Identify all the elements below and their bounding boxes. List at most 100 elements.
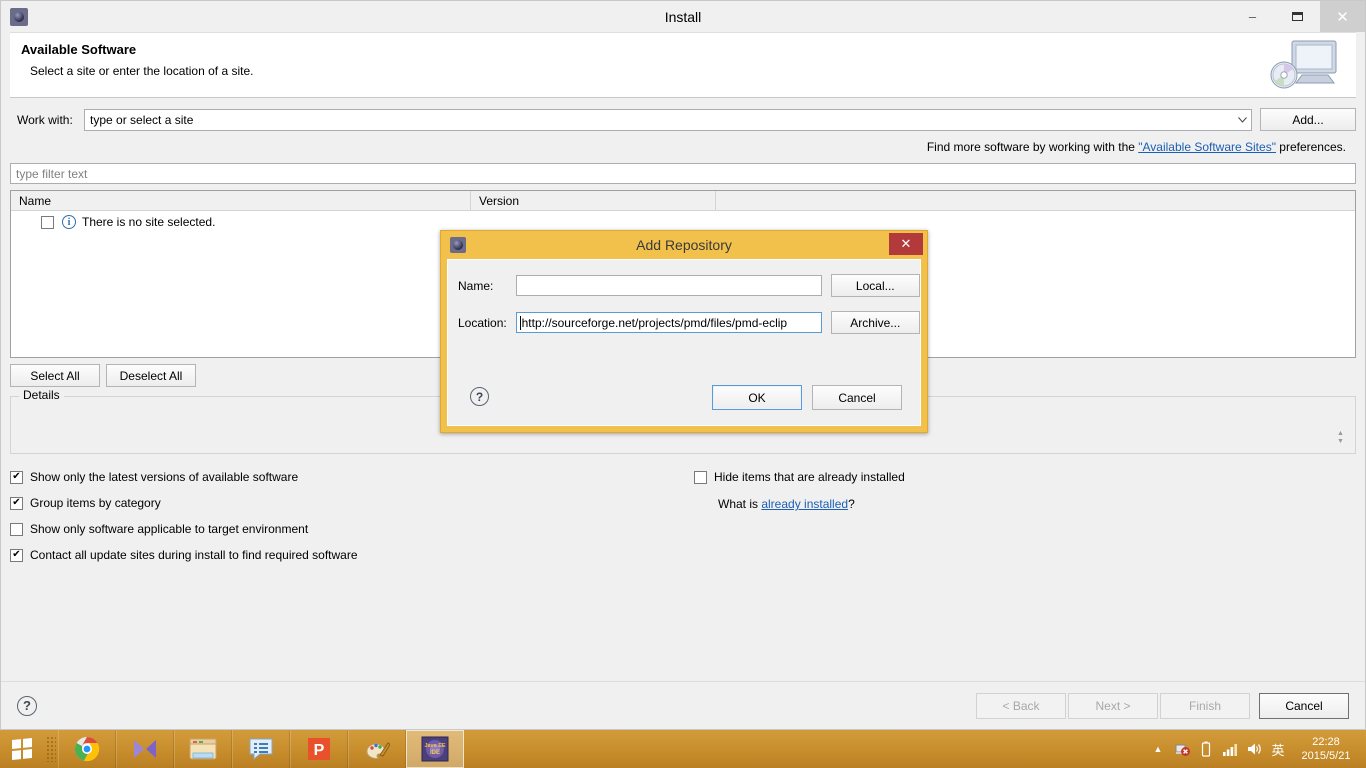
next-button[interactable]: Next > (1068, 692, 1158, 719)
select-all-button[interactable]: Select All (10, 364, 100, 387)
clock-date: 2015/5/21 (1301, 750, 1351, 762)
media-player-icon (134, 740, 156, 758)
computer-cd-icon (1264, 37, 1344, 93)
cancel-button[interactable]: Cancel (1259, 692, 1349, 719)
chrome-icon (74, 737, 100, 762)
minimize-button[interactable]: – (1230, 1, 1275, 32)
row-checkbox[interactable] (41, 215, 54, 229)
already-installed-link[interactable]: already installed (761, 497, 848, 511)
option-label: Contact all update sites during install … (30, 548, 358, 562)
taskbar-item-powerpoint[interactable]: P (290, 730, 348, 768)
taskbar-item-chrome[interactable] (58, 730, 116, 768)
option-label: Hide items that are already installed (714, 470, 905, 484)
location-value: http://sourceforge.net/projects/pmd/file… (521, 315, 788, 330)
dialog-help-icon[interactable]: ? (470, 387, 489, 406)
archive-button[interactable]: Archive... (830, 311, 920, 334)
ime-language-icon[interactable]: 英 (1270, 741, 1286, 758)
name-field-row: Name: Local... (458, 274, 920, 297)
option-contact-all-update-sites[interactable]: Contact all update sites during install … (10, 542, 1356, 568)
option-applicable-to-target[interactable]: Show only software applicable to target … (10, 516, 1356, 542)
ok-button[interactable]: OK (712, 385, 802, 410)
name-input[interactable] (515, 275, 822, 296)
notes-icon (249, 738, 273, 761)
work-with-combo[interactable]: type or select a site (84, 108, 1252, 131)
row-name: There is no site selected. (82, 215, 216, 229)
location-field-row: Location: http://sourceforge.net/project… (458, 311, 920, 334)
taskbar-grip[interactable] (46, 736, 56, 762)
volume-icon[interactable] (1246, 741, 1262, 757)
taskbar: P Java EE IDE ▲ 英 22:28 2015/5/21 (0, 730, 1366, 768)
taskbar-clock[interactable]: 22:28 2015/5/21 (1294, 735, 1358, 763)
what-is-prefix: What is (718, 497, 762, 511)
column-header-name[interactable]: Name (11, 191, 471, 210)
eclipse-java-ee-ide-icon: Java EE IDE (421, 736, 449, 762)
option-group-by-category[interactable]: Group items by category (10, 490, 1356, 516)
column-header-version[interactable]: Version (471, 191, 716, 210)
filter-text-input[interactable]: type filter text (10, 163, 1356, 184)
spinner-down-icon[interactable]: ▼ (1337, 438, 1344, 446)
page-title: Available Software (21, 42, 137, 57)
option-checkbox[interactable] (10, 522, 23, 536)
svg-text:P: P (314, 742, 325, 759)
add-button[interactable]: Add... (1260, 108, 1356, 131)
what-is-suffix: ? (848, 497, 855, 511)
work-with-label: Work with: (17, 112, 73, 127)
work-with-row: Work with: type or select a site Add... (10, 108, 1356, 131)
text-caret (519, 315, 521, 330)
wizard-button-bar: ? < Back Next > Finish Cancel (1, 681, 1365, 729)
find-more-software-text: Find more software by working with the "… (10, 140, 1356, 154)
spinner-up-icon[interactable]: ▲ (1337, 430, 1344, 438)
option-checkbox[interactable] (10, 470, 23, 484)
finish-button[interactable]: Finish (1160, 692, 1250, 719)
network-error-icon[interactable] (1174, 741, 1190, 757)
options-right-column: Hide items that are already installed Wh… (694, 464, 905, 511)
work-with-value: type or select a site (90, 112, 194, 127)
show-hidden-icons-button[interactable]: ▲ (1150, 741, 1166, 757)
wizard-nav-buttons: < Back Next > Finish Cancel (976, 692, 1349, 719)
location-input[interactable]: http://sourceforge.net/projects/pmd/file… (515, 312, 822, 333)
column-header-filler (716, 191, 1355, 210)
windows-start-icon[interactable] (0, 730, 44, 768)
option-label: Show only software applicable to target … (30, 522, 309, 536)
taskbar-item-media-player[interactable] (116, 730, 174, 768)
find-more-suffix: preferences. (1275, 140, 1346, 154)
add-repository-dialog: Add Repository ✕ Name: Local... Location… (440, 230, 928, 433)
window-controls: – ✕ (1230, 1, 1365, 32)
deselect-all-button[interactable]: Deselect All (106, 364, 196, 387)
help-icon[interactable]: ? (17, 695, 37, 716)
maximize-button[interactable] (1275, 1, 1320, 32)
option-hide-already-installed[interactable]: Hide items that are already installed (694, 464, 905, 490)
option-show-latest-versions[interactable]: Show only the latest versions of availab… (10, 464, 1356, 490)
clock-time: 22:28 (1312, 736, 1340, 748)
available-software-sites-link[interactable]: "Available Software Sites" (1138, 140, 1276, 154)
option-label: Group items by category (30, 496, 161, 510)
taskbar-item-eclipse[interactable]: Java EE IDE (406, 730, 464, 768)
taskbar-item-paint[interactable] (348, 730, 406, 768)
signal-icon[interactable] (1222, 741, 1238, 757)
local-button[interactable]: Local... (830, 274, 920, 297)
location-label: Location: (458, 315, 507, 330)
svg-text:Java EE: Java EE (424, 743, 445, 749)
powerpoint-icon: P (308, 738, 330, 760)
dialog-titlebar: Add Repository ✕ (441, 231, 927, 259)
file-explorer-icon (189, 738, 217, 760)
chevron-down-icon[interactable] (1234, 110, 1251, 130)
taskbar-item-notes[interactable] (232, 730, 290, 768)
back-button[interactable]: < Back (976, 692, 1066, 719)
option-checkbox[interactable] (694, 470, 707, 484)
dialog-action-buttons: OK Cancel (712, 385, 902, 410)
option-checkbox[interactable] (10, 496, 23, 510)
close-button[interactable]: ✕ (1320, 1, 1365, 32)
info-icon: i (62, 215, 76, 229)
option-checkbox[interactable] (10, 548, 23, 562)
dialog-cancel-button[interactable]: Cancel (812, 385, 902, 410)
windows-logo (12, 737, 32, 761)
dialog-footer: ? OK Cancel (448, 385, 920, 415)
window-title: Install (664, 8, 702, 25)
dialog-close-button[interactable]: ✕ (889, 233, 923, 255)
page-subtitle: Select a site or enter the location of a… (30, 64, 254, 78)
battery-icon[interactable] (1198, 741, 1214, 757)
dialog-title: Add Repository (636, 237, 732, 253)
details-spinner[interactable]: ▲ ▼ (1334, 428, 1347, 448)
taskbar-item-file-explorer[interactable] (174, 730, 232, 768)
